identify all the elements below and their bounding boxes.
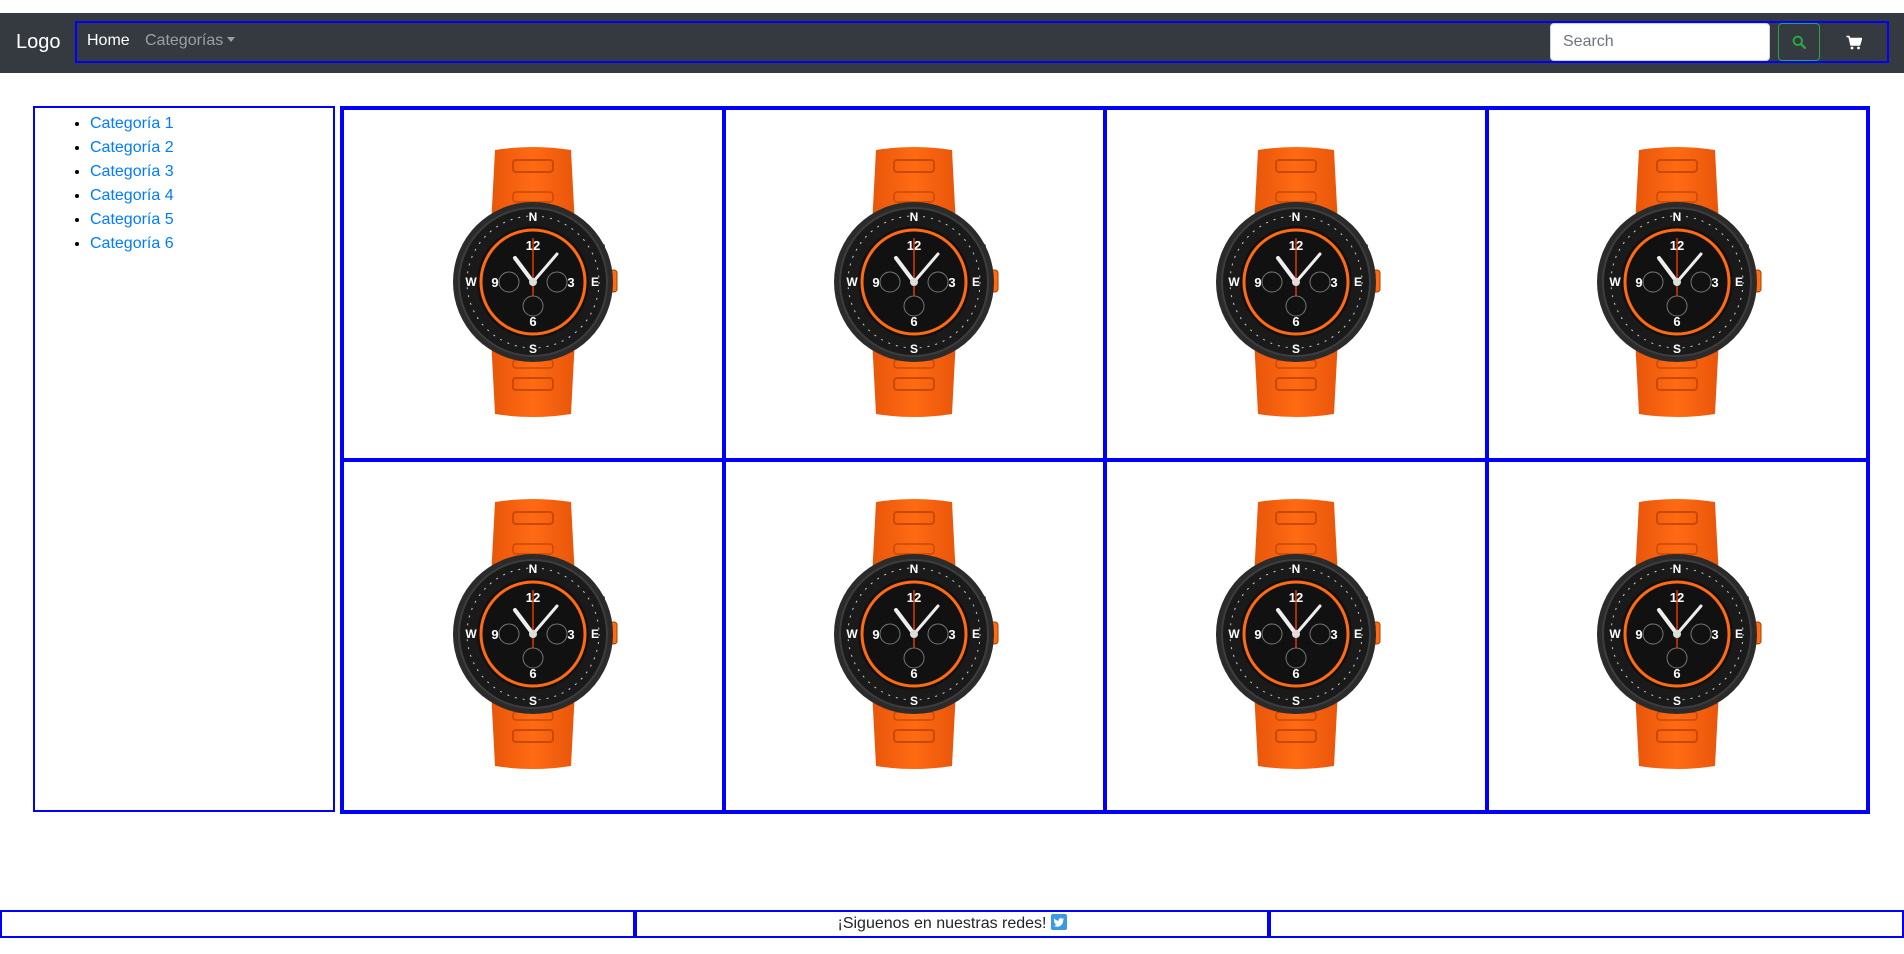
svg-text:9: 9	[873, 275, 880, 290]
product-card[interactable]: N S E W 12 6 3 9	[342, 460, 724, 812]
product-card[interactable]: N S E W 12 6 3 9	[723, 460, 1105, 812]
svg-text:9: 9	[1254, 627, 1261, 642]
svg-text:E: E	[591, 627, 599, 641]
svg-text:W: W	[847, 627, 859, 641]
twitter-icon[interactable]	[1050, 913, 1067, 935]
category-list-item: Categoría 5	[90, 208, 333, 232]
category-link-2[interactable]: Categoría 2	[90, 139, 174, 156]
svg-text:9: 9	[1254, 275, 1261, 290]
svg-text:E: E	[1735, 627, 1743, 641]
nav-collapse: Home Categorías	[75, 21, 1889, 63]
svg-text:S: S	[1292, 694, 1300, 708]
search-input[interactable]	[1550, 23, 1770, 61]
category-list-item: Categoría 4	[90, 184, 333, 208]
category-list-item: Categoría 3	[90, 160, 333, 184]
footer: ¡Siguenos en nuestras redes!	[0, 910, 1904, 938]
svg-text:3: 3	[1712, 627, 1719, 642]
search-icon	[1792, 35, 1806, 49]
footer-right-cell	[1269, 910, 1904, 938]
category-link-3[interactable]: Categoría 3	[90, 163, 174, 180]
footer-center-cell: ¡Siguenos en nuestras redes!	[634, 910, 1270, 938]
product-card[interactable]: N S E W 12 6 3 9	[1105, 108, 1487, 460]
watch-image[interactable]: N S E W 12 6 3 9	[443, 498, 623, 775]
watch-image[interactable]: N S E W 12 6 3 9	[1206, 146, 1386, 423]
svg-text:3: 3	[567, 275, 574, 290]
category-link-1[interactable]: Categoría 1	[90, 115, 174, 132]
svg-text:W: W	[1228, 275, 1240, 289]
svg-text:N: N	[910, 210, 919, 224]
top-strip	[0, 0, 1904, 13]
svg-text:E: E	[1354, 627, 1362, 641]
svg-text:3: 3	[1330, 275, 1337, 290]
svg-text:3: 3	[1712, 275, 1719, 290]
social-text: ¡Siguenos en nuestras redes!	[837, 915, 1047, 932]
svg-text:W: W	[1610, 627, 1622, 641]
svg-text:9: 9	[491, 275, 498, 290]
category-list: Categoría 1 Categoría 2 Categoría 3 Cate…	[35, 108, 333, 256]
watch-image[interactable]: N S E W 12 6 3 9	[824, 146, 1004, 423]
svg-text:N: N	[1673, 210, 1682, 224]
category-link-4[interactable]: Categoría 4	[90, 187, 174, 204]
watch-image[interactable]: N S E W 12 6 3 9	[824, 498, 1004, 775]
category-list-item: Categoría 6	[90, 232, 333, 256]
nav-home-link[interactable]: Home	[87, 32, 130, 50]
svg-text:E: E	[1354, 275, 1362, 289]
product-card[interactable]: N S E W 12 6 3 9	[342, 108, 724, 460]
svg-text:S: S	[1292, 342, 1300, 356]
watch-image[interactable]: N S E W 12 6 3 9	[1587, 498, 1767, 775]
brand-logo[interactable]: Logo	[16, 30, 61, 54]
nav-categories-label: Categorías	[145, 32, 224, 49]
svg-text:W: W	[1228, 627, 1240, 641]
svg-text:9: 9	[873, 627, 880, 642]
nav-categories-dropdown[interactable]: Categorías	[145, 32, 236, 50]
svg-text:9: 9	[1636, 627, 1643, 642]
product-card[interactable]: N S E W 12 6 3 9	[1486, 460, 1868, 812]
svg-text:N: N	[528, 210, 537, 224]
svg-text:9: 9	[491, 627, 498, 642]
svg-text:S: S	[1673, 694, 1681, 708]
svg-text:W: W	[847, 275, 859, 289]
svg-text:N: N	[528, 562, 537, 576]
cart-button[interactable]	[1834, 23, 1874, 61]
category-list-item: Categoría 2	[90, 136, 333, 160]
product-card[interactable]: N S E W 12 6 3 9	[1486, 108, 1868, 460]
svg-text:3: 3	[1330, 627, 1337, 642]
cart-icon	[1846, 35, 1862, 49]
watch-image[interactable]: N S E W 12 6 3 9	[1206, 498, 1386, 775]
svg-text:W: W	[465, 627, 477, 641]
svg-text:W: W	[465, 275, 477, 289]
svg-text:S: S	[1673, 342, 1681, 356]
footer-left-cell	[0, 910, 635, 938]
product-grid: N S E W 12 6 3 9 N S E W 12 6 3 9 N S E …	[340, 106, 1870, 814]
svg-text:9: 9	[1636, 275, 1643, 290]
svg-text:N: N	[1291, 210, 1300, 224]
svg-text:S: S	[910, 694, 918, 708]
svg-text:E: E	[1735, 275, 1743, 289]
search-button[interactable]	[1778, 23, 1820, 61]
svg-text:S: S	[529, 342, 537, 356]
svg-text:N: N	[1673, 562, 1682, 576]
watch-image[interactable]: N S E W 12 6 3 9	[1587, 146, 1767, 423]
svg-text:S: S	[910, 342, 918, 356]
svg-text:3: 3	[949, 275, 956, 290]
svg-text:3: 3	[567, 627, 574, 642]
navbar: Logo Home Categorías	[0, 13, 1904, 73]
watch-image[interactable]: N S E W 12 6 3 9	[443, 146, 623, 423]
category-list-item: Categoría 1	[90, 112, 333, 136]
svg-text:E: E	[972, 275, 980, 289]
category-sidebar: Categoría 1 Categoría 2 Categoría 3 Cate…	[33, 106, 335, 812]
product-card[interactable]: N S E W 12 6 3 9	[1105, 460, 1487, 812]
svg-text:S: S	[529, 694, 537, 708]
category-link-6[interactable]: Categoría 6	[90, 235, 174, 252]
svg-text:N: N	[910, 562, 919, 576]
svg-text:W: W	[1610, 275, 1622, 289]
svg-text:N: N	[1291, 562, 1300, 576]
svg-text:E: E	[972, 627, 980, 641]
svg-text:3: 3	[949, 627, 956, 642]
category-link-5[interactable]: Categoría 5	[90, 211, 174, 228]
product-card[interactable]: N S E W 12 6 3 9	[723, 108, 1105, 460]
svg-text:E: E	[591, 275, 599, 289]
caret-down-icon	[227, 37, 236, 42]
